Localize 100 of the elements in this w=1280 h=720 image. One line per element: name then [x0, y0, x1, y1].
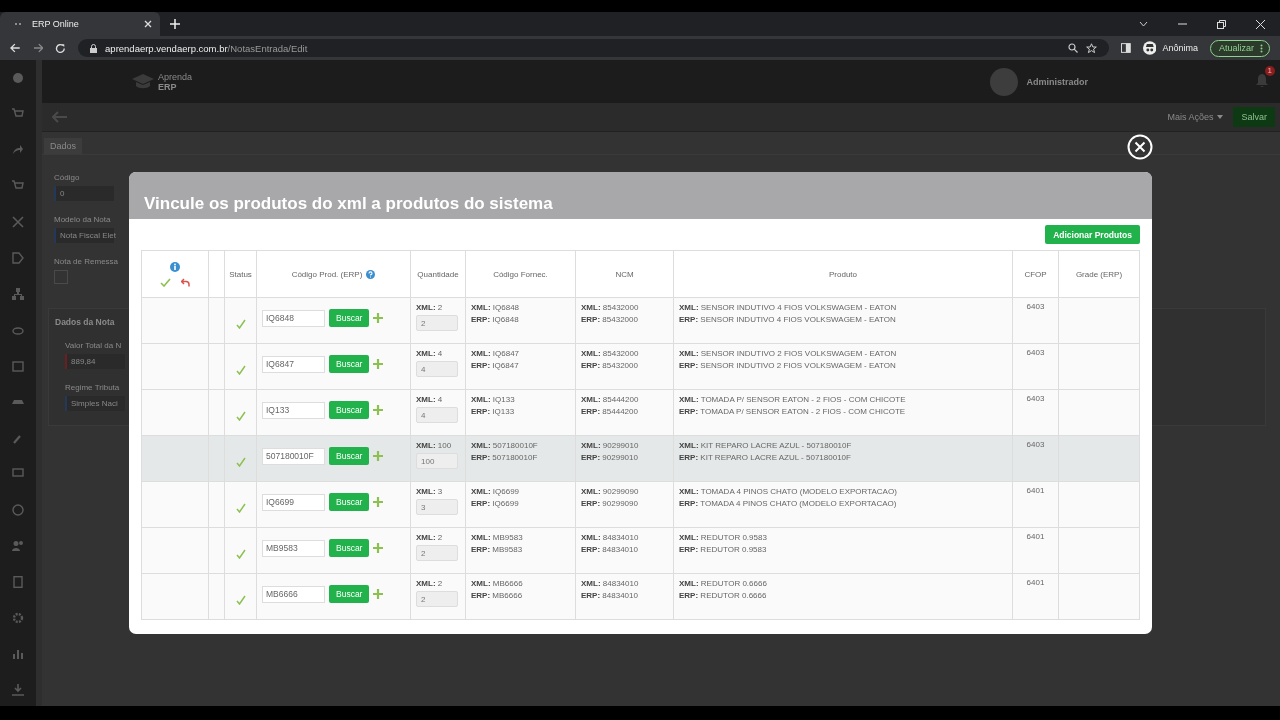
- quantity-field[interactable]: 3: [416, 499, 458, 515]
- info-icon[interactable]: [170, 261, 180, 272]
- product-name: XML: TOMADA P/ SENSOR EATON - 2 FIOS - COM CHICOTE: [679, 394, 907, 406]
- quantity-field[interactable]: 2: [416, 545, 458, 561]
- supplier-code: ERP: MB9583: [471, 544, 524, 556]
- url-host: aprendaerp.vendaerp.com.br: [105, 42, 228, 54]
- tab-title: ERP Online: [32, 19, 80, 29]
- logo-text: Aprenda: [158, 71, 193, 82]
- cfop-code: 6403: [1026, 302, 1045, 311]
- product-name: ERP: REDUTOR 0.6666: [679, 590, 768, 602]
- cfop-code: 6403: [1026, 394, 1045, 403]
- column-header: NCM: [615, 269, 634, 279]
- quantity-field[interactable]: 4: [416, 407, 458, 423]
- xml-quantity: XML: 3: [416, 486, 444, 498]
- help-icon[interactable]: [366, 269, 376, 279]
- users-icon[interactable]: [12, 540, 24, 552]
- save-button[interactable]: Salvar: [1233, 107, 1275, 127]
- hierarchy-icon[interactable]: [12, 288, 24, 300]
- ncm-code: ERP: 85444200: [581, 406, 639, 418]
- ncm-code: XML: 85444200: [581, 394, 640, 406]
- quantity-field[interactable]: 100: [416, 453, 458, 469]
- input-field[interactable]: MB9583: [262, 539, 325, 557]
- quantity-field[interactable]: 2: [416, 591, 458, 607]
- dots-icon: [14, 22, 24, 26]
- xml-quantity: XML: 100: [416, 440, 453, 452]
- address-bar[interactable]: aprendaerp.vendaerp.com.br/NotasEntrada/Edit: [78, 39, 1110, 57]
- input-field[interactable]: 889,84: [65, 354, 125, 369]
- cfop-code: 6401: [1026, 532, 1045, 541]
- field-label: Código: [54, 173, 80, 182]
- scissors-icon[interactable]: [12, 216, 24, 228]
- search-button[interactable]: Buscar: [329, 355, 370, 373]
- search-button[interactable]: Buscar: [329, 493, 370, 511]
- ncm-code: ERP: 90299010: [581, 452, 639, 464]
- tab[interactable]: Dados: [44, 138, 82, 154]
- search-button[interactable]: Buscar: [329, 585, 370, 603]
- quantity-field[interactable]: 2: [416, 315, 458, 331]
- column-header: Código Prod. (ERP): [291, 269, 363, 279]
- circle-icon[interactable]: [12, 72, 24, 84]
- cart-icon[interactable]: [12, 180, 24, 192]
- incognito-icon[interactable]: [1142, 41, 1157, 55]
- supplier-code: ERP: 507180010F: [471, 452, 539, 464]
- zoom-icon[interactable]: [1068, 43, 1079, 53]
- supplier-code: XML: MB9583: [471, 532, 524, 544]
- search-button[interactable]: Buscar: [329, 447, 370, 465]
- input-field[interactable]: MB6666: [262, 585, 325, 603]
- modal-title: Vincule os produtos do xml a produtos do sistema: [144, 194, 553, 214]
- more-icon[interactable]: [1260, 43, 1263, 53]
- restore-icon[interactable]: [1217, 19, 1226, 29]
- input-field[interactable]: IQ6699: [262, 493, 325, 511]
- check-icon[interactable]: [160, 277, 171, 287]
- input-field[interactable]: Simples Naci: [65, 396, 125, 411]
- more-actions-menu[interactable]: Mais Ações: [1167, 112, 1224, 122]
- input-field[interactable]: Nota Fiscal Elet: [54, 228, 114, 243]
- star-icon[interactable]: [1086, 42, 1098, 54]
- undo-icon[interactable]: [181, 277, 190, 287]
- xml-quantity: XML: 2: [416, 532, 444, 544]
- bell-icon[interactable]: [1256, 73, 1268, 87]
- field-label: Regime Tributa: [65, 383, 120, 392]
- column-header: Produto: [829, 269, 857, 279]
- product-name: XML: SENSOR INDUTIVO 2 FIOS VOLKSWAGEM - EATON: [679, 348, 898, 360]
- input-field[interactable]: IQ6848: [262, 309, 325, 327]
- add-products-button[interactable]: Adicionar Produtos: [1045, 225, 1140, 244]
- ncm-code: ERP: 84834010: [581, 590, 639, 602]
- reload-icon[interactable]: [55, 42, 67, 54]
- download-icon[interactable]: [12, 684, 24, 696]
- update-button[interactable]: Atualizar: [1209, 39, 1270, 57]
- chevron-down-icon[interactable]: [1139, 21, 1148, 27]
- avatar[interactable]: [990, 67, 1019, 96]
- column-header: Código Fornec.: [493, 269, 548, 279]
- user-name[interactable]: Administrador: [1026, 76, 1088, 87]
- chart-icon[interactable]: [12, 648, 24, 660]
- browser-tab[interactable]: ERP Online: [0, 12, 160, 36]
- profile-label[interactable]: Anônima: [1162, 43, 1198, 53]
- product-name: ERP: TOMADA 4 PINOS CHATO (MODELO EXPORTACAO): [679, 498, 898, 510]
- tag-icon[interactable]: [12, 252, 24, 264]
- input-field[interactable]: IQ133: [262, 401, 325, 419]
- close-icon[interactable]: [1256, 19, 1265, 29]
- search-button[interactable]: Buscar: [329, 401, 370, 419]
- supplier-code: ERP: IQ133: [471, 406, 516, 418]
- quantity-field[interactable]: 4: [416, 361, 458, 377]
- supplier-code: ERP: IQ6848: [471, 314, 520, 326]
- forward-arrow-icon[interactable]: [32, 43, 44, 53]
- supplier-code: ERP: MB6666: [471, 590, 524, 602]
- ncm-code: XML: 85432000: [581, 348, 640, 360]
- xml-quantity: XML: 2: [416, 302, 444, 314]
- input-field[interactable]: 0: [54, 186, 114, 201]
- search-button[interactable]: Buscar: [329, 309, 370, 327]
- side-panel-icon[interactable]: [1121, 43, 1131, 53]
- product-name: XML: REDUTOR 0.9583: [679, 532, 768, 544]
- input-field[interactable]: IQ6847: [262, 355, 325, 373]
- input-field[interactable]: 507180010F: [262, 447, 325, 465]
- ncm-code: ERP: 90299090: [581, 498, 639, 510]
- cfop-code: 6401: [1026, 578, 1045, 587]
- field-label: Nota de Remessa: [54, 257, 119, 266]
- close-icon[interactable]: [144, 20, 152, 28]
- ncm-code: XML: 84834010: [581, 532, 640, 544]
- search-button[interactable]: Buscar: [329, 539, 370, 557]
- cart-icon[interactable]: [12, 108, 24, 120]
- cfop-code: 6403: [1026, 348, 1045, 357]
- supplier-code: XML: IQ133: [471, 394, 516, 406]
